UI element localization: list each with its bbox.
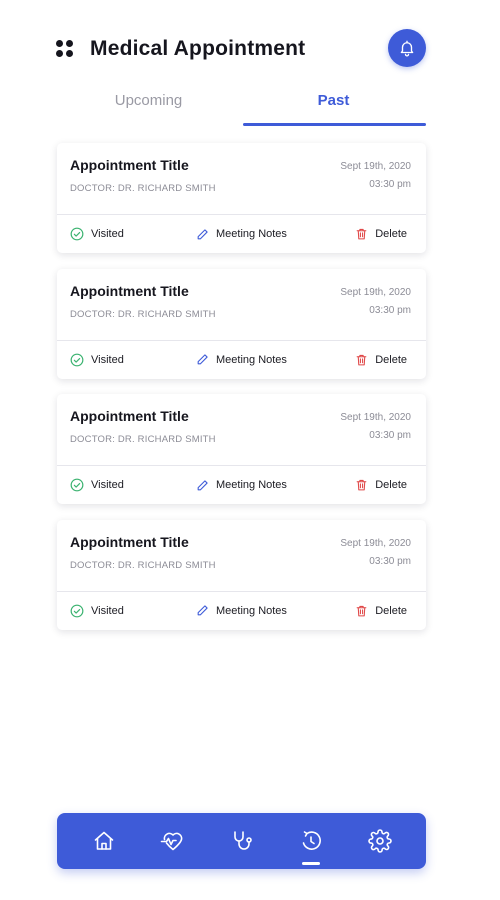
appointment-title: Appointment Title — [70, 533, 189, 550]
pencil-icon — [197, 354, 208, 365]
trash-icon — [356, 479, 367, 491]
doctor-name: DOCTOR: DR. RICHARD SMITH — [70, 183, 216, 194]
app-header: Medical Appointment — [56, 30, 426, 68]
nav-settings[interactable] — [360, 821, 400, 861]
home-icon — [94, 831, 113, 850]
check-circle-icon — [70, 353, 84, 366]
trash-icon — [356, 605, 367, 616]
notification-button[interactable] — [388, 29, 426, 67]
doctor-name: DOCTOR: DR. RICHARD SMITH — [70, 434, 216, 445]
appointment-title: Appointment Title — [70, 157, 189, 173]
doctor-name: DOCTOR: DR. RICHARD SMITH — [70, 308, 216, 320]
meeting-notes-label: Meeting Notes — [216, 604, 287, 617]
trash-icon — [356, 354, 367, 365]
delete-button[interactable]: Delete — [355, 592, 407, 630]
pencil-icon — [197, 228, 208, 239]
page-title: Medical Appointment — [90, 37, 306, 60]
appointment-card-header: Appointment Title DOCTOR: DR. RICHARD SM… — [57, 143, 426, 215]
visited-button[interactable]: Visited — [70, 341, 124, 379]
meeting-notes-label: Meeting Notes — [216, 228, 287, 240]
meeting-notes-label: Meeting Notes — [216, 479, 287, 491]
delete-label: Delete — [375, 604, 407, 617]
meeting-notes-button[interactable]: Meeting Notes — [196, 341, 287, 379]
visited-label: Visited — [91, 479, 124, 491]
appointment-actions: Visited Meeting Notes Delete — [57, 592, 426, 630]
visited-label: Visited — [91, 228, 124, 240]
check-circle-icon — [70, 227, 84, 241]
visited-button[interactable]: Visited — [70, 466, 124, 504]
trash-icon — [356, 228, 367, 240]
pencil-icon — [197, 605, 208, 616]
appointment-date: Sept 19th, 2020 — [340, 286, 411, 298]
appointment-card[interactable]: Appointment Title DOCTOR: DR. RICHARD SM… — [57, 143, 426, 253]
appointment-date: Sept 19th, 2020 — [340, 161, 411, 172]
history-icon — [302, 831, 321, 850]
appointment-date: Sept 19th, 2020 — [340, 537, 411, 549]
visited-label: Visited — [91, 604, 124, 617]
stethoscope-icon — [233, 831, 252, 850]
appointment-card-header: Appointment Title DOCTOR: DR. RICHARD SM… — [57, 394, 426, 466]
appointment-list: Appointment Title DOCTOR: DR. RICHARD SM… — [57, 143, 426, 645]
appointment-actions: Visited Meeting Notes Delete — [57, 215, 426, 253]
delete-label: Delete — [375, 228, 407, 240]
appointment-time: 03:30 pm — [369, 304, 411, 316]
check-circle-icon — [70, 478, 84, 492]
tab-past[interactable]: Past — [241, 84, 426, 126]
appointment-card[interactable]: Appointment Title DOCTOR: DR. RICHARD SM… — [57, 519, 426, 630]
appointment-card-header: Appointment Title DOCTOR: DR. RICHARD SM… — [57, 269, 426, 341]
nav-health[interactable] — [153, 821, 193, 861]
meeting-notes-button[interactable]: Meeting Notes — [196, 592, 287, 630]
nav-doctors[interactable] — [222, 821, 262, 861]
appointment-title: Appointment Title — [70, 408, 189, 424]
bottom-navigation — [57, 813, 426, 869]
heartbeat-icon — [160, 832, 182, 851]
meeting-notes-button[interactable]: Meeting Notes — [196, 215, 287, 253]
nav-home[interactable] — [84, 821, 124, 861]
appointment-card[interactable]: Appointment Title DOCTOR: DR. RICHARD SM… — [57, 268, 426, 379]
appointment-actions: Visited Meeting Notes Delete — [57, 341, 426, 379]
grid-dots-icon[interactable] — [56, 40, 74, 58]
delete-button[interactable]: Delete — [355, 466, 407, 504]
visited-button[interactable]: Visited — [70, 592, 124, 630]
appointment-time: 03:30 pm — [369, 430, 411, 441]
doctor-name: DOCTOR: DR. RICHARD SMITH — [70, 559, 216, 571]
check-circle-icon — [70, 604, 84, 617]
delete-button[interactable]: Delete — [355, 341, 407, 379]
appointment-card[interactable]: Appointment Title DOCTOR: DR. RICHARD SM… — [57, 394, 426, 504]
nav-history[interactable] — [291, 821, 331, 865]
delete-label: Delete — [375, 353, 407, 366]
appointment-actions: Visited Meeting Notes Delete — [57, 466, 426, 504]
delete-label: Delete — [375, 479, 407, 491]
appointment-title: Appointment Title — [70, 282, 189, 299]
visited-button[interactable]: Visited — [70, 215, 124, 253]
pencil-icon — [197, 479, 208, 490]
appointment-card-header: Appointment Title DOCTOR: DR. RICHARD SM… — [57, 520, 426, 592]
meeting-notes-label: Meeting Notes — [216, 353, 287, 366]
appointment-date: Sept 19th, 2020 — [340, 412, 411, 423]
appointment-time: 03:30 pm — [369, 555, 411, 567]
tab-upcoming[interactable]: Upcoming — [56, 84, 241, 126]
delete-button[interactable]: Delete — [355, 215, 407, 253]
visited-label: Visited — [91, 353, 124, 366]
appointment-tabs: Upcoming Past — [56, 84, 426, 126]
bell-icon — [400, 40, 414, 57]
meeting-notes-button[interactable]: Meeting Notes — [196, 466, 287, 504]
gear-icon — [367, 829, 392, 853]
appointment-time: 03:30 pm — [369, 179, 411, 190]
